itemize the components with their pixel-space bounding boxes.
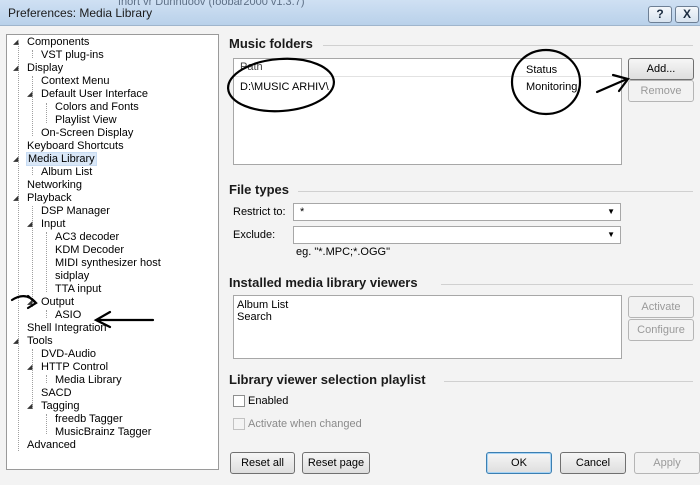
tree-item-on-screen-display[interactable]: On-Screen Display: [40, 127, 134, 140]
tree-item-default-user-interface[interactable]: Default User Interface: [40, 88, 149, 101]
tree-item-playback[interactable]: Playback: [26, 192, 73, 205]
help-button[interactable]: ?: [648, 6, 672, 23]
expand-triangle-icon[interactable]: ◢: [27, 220, 32, 228]
tree-item-media-library[interactable]: Media Library: [26, 152, 97, 166]
preferences-tree[interactable]: ◢ Components VST plug-ins ◢ Display Cont…: [6, 34, 219, 470]
viewer-item[interactable]: Album List: [237, 299, 288, 311]
tree-item-components[interactable]: Components: [26, 36, 90, 49]
restrict-to-value: *: [300, 206, 305, 218]
exclude-combobox[interactable]: ▼: [293, 226, 621, 244]
tree-item-dvd-audio[interactable]: DVD-Audio: [40, 348, 97, 361]
ok-button[interactable]: OK: [486, 452, 552, 474]
tree-item-tta-input[interactable]: TTA input: [54, 283, 102, 296]
tree-item-kdm-decoder[interactable]: KDM Decoder: [54, 244, 125, 257]
tree-item-sidplay[interactable]: sidplay: [54, 270, 90, 283]
close-icon: X: [682, 7, 691, 21]
tree-item-input[interactable]: Input: [40, 218, 66, 231]
viewer-item[interactable]: Search: [237, 311, 272, 323]
tree-item-vst-plugins[interactable]: VST plug-ins: [40, 49, 105, 62]
section-divider: [441, 284, 693, 285]
column-header-path[interactable]: Path: [240, 61, 263, 73]
tree-item-http-media-library[interactable]: Media Library: [54, 374, 123, 387]
tree-item-musicbrainz-tagger[interactable]: MusicBrainz Tagger: [54, 426, 152, 439]
tree-line: [32, 167, 33, 175]
tree-item-ac3-decoder[interactable]: AC3 decoder: [54, 231, 120, 244]
section-divider: [444, 381, 693, 382]
enabled-checkbox[interactable]: [233, 395, 245, 407]
tree-item-asio[interactable]: ASIO: [54, 309, 82, 322]
tree-line: [32, 349, 33, 409]
configure-viewer-button[interactable]: Configure: [628, 319, 694, 341]
tree-line: [46, 103, 47, 123]
music-folders-list[interactable]: Path Status D:\MUSIC ARHIV\ Monitoring: [233, 58, 622, 165]
tree-line: [32, 50, 33, 58]
file-types-heading: File types: [229, 182, 289, 197]
expand-triangle-icon[interactable]: ◢: [27, 298, 32, 306]
exclude-label: Exclude:: [233, 229, 276, 241]
expand-triangle-icon[interactable]: ◢: [27, 363, 32, 371]
help-icon: ?: [656, 7, 664, 21]
tree-item-playlist-view[interactable]: Playlist View: [54, 114, 118, 127]
folder-path-cell[interactable]: D:\MUSIC ARHIV\: [240, 81, 329, 93]
tree-line: [32, 76, 33, 136]
expand-triangle-icon[interactable]: ◢: [13, 337, 18, 345]
viewers-heading: Installed media library viewers: [229, 275, 418, 290]
tree-item-context-menu[interactable]: Context Menu: [40, 75, 110, 88]
tree-item-http-control[interactable]: HTTP Control: [40, 361, 109, 374]
activate-viewer-button[interactable]: Activate: [628, 296, 694, 318]
tree-line: [46, 375, 47, 383]
file-types-hint: eg. "*.MPC;*.OGG": [296, 246, 390, 258]
close-button[interactable]: X: [675, 6, 699, 23]
tree-item-shell-integration[interactable]: Shell Integration: [26, 322, 108, 335]
expand-triangle-icon[interactable]: ◢: [27, 90, 32, 98]
expand-triangle-icon[interactable]: ◢: [13, 38, 18, 46]
reset-page-button[interactable]: Reset page: [302, 452, 370, 474]
music-folders-heading: Music folders: [229, 36, 313, 51]
tree-item-output[interactable]: Output: [40, 296, 75, 309]
expand-triangle-icon[interactable]: ◢: [13, 194, 18, 202]
tree-item-colors-and-fonts[interactable]: Colors and Fonts: [54, 101, 140, 114]
tree-item-advanced[interactable]: Advanced: [26, 439, 77, 452]
apply-button[interactable]: Apply: [634, 452, 700, 474]
activate-when-changed-checkbox[interactable]: [233, 418, 245, 430]
remove-folder-button[interactable]: Remove: [628, 80, 694, 102]
viewers-list[interactable]: Album List Search: [233, 295, 622, 359]
reset-all-button[interactable]: Reset all: [230, 452, 295, 474]
tree-item-midi-synthesizer-host[interactable]: MIDI synthesizer host: [54, 257, 162, 270]
restrict-to-combobox[interactable]: * ▼: [293, 203, 621, 221]
tree-item-tools[interactable]: Tools: [26, 335, 54, 348]
chevron-down-icon[interactable]: ▼: [607, 204, 615, 220]
chevron-down-icon[interactable]: ▼: [607, 227, 615, 243]
title-bar: fnort vr Dunnuoov (foobar2000 v1.3.7) Pr…: [0, 0, 700, 26]
tree-item-display[interactable]: Display: [26, 62, 64, 75]
tree-item-tagging[interactable]: Tagging: [40, 400, 81, 413]
tree-item-album-list[interactable]: Album List: [40, 166, 93, 179]
folder-status-cell: Monitoring: [526, 81, 578, 93]
tree-item-freedb-tagger[interactable]: freedb Tagger: [54, 413, 124, 426]
expand-triangle-icon[interactable]: ◢: [13, 155, 18, 163]
add-folder-button[interactable]: Add...: [628, 58, 694, 80]
tree-line: [46, 232, 47, 292]
cancel-button[interactable]: Cancel: [560, 452, 626, 474]
header-divider: [234, 76, 621, 77]
restrict-to-label: Restrict to:: [233, 206, 286, 218]
section-divider: [323, 45, 693, 46]
tree-item-dsp-manager[interactable]: DSP Manager: [40, 205, 111, 218]
expand-triangle-icon[interactable]: ◢: [13, 64, 18, 72]
expand-triangle-icon[interactable]: ◢: [27, 402, 32, 410]
window-title: Preferences: Media Library: [8, 6, 153, 20]
tree-line: [46, 414, 47, 434]
tree-item-networking[interactable]: Networking: [26, 179, 83, 192]
tree-line: [46, 310, 47, 318]
section-divider: [298, 191, 693, 192]
tree-line: [18, 43, 19, 451]
enabled-checkbox-label: Enabled: [248, 395, 289, 407]
column-header-status[interactable]: Status: [526, 64, 557, 76]
activate-when-changed-label: Activate when changed: [248, 418, 362, 430]
playlist-heading: Library viewer selection playlist: [229, 372, 426, 387]
tree-item-sacd[interactable]: SACD: [40, 387, 73, 400]
